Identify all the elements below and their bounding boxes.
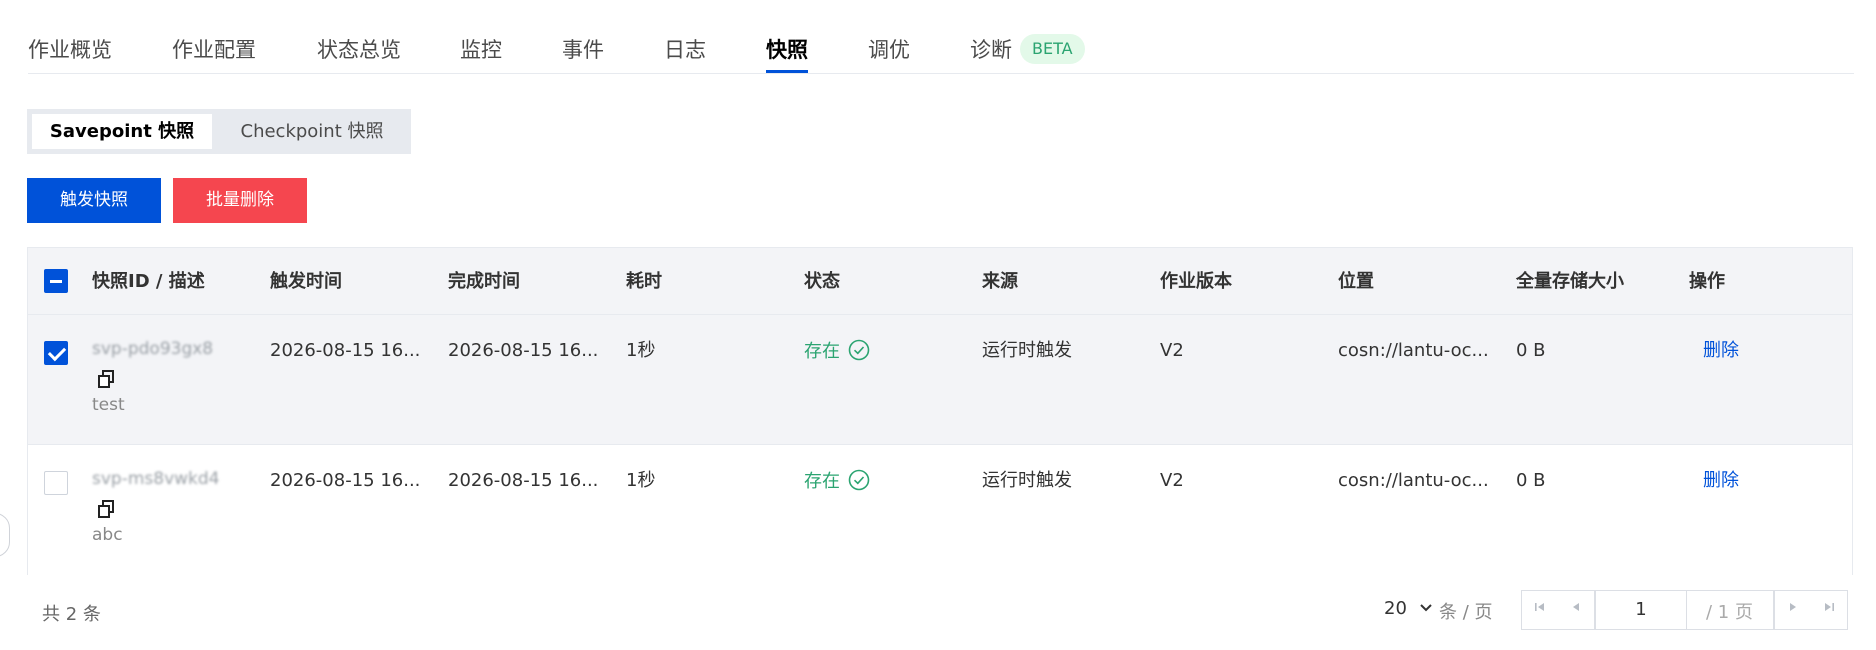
col-finish-time: 完成时间 <box>448 271 520 292</box>
segment-savepoint[interactable]: Savepoint 快照 <box>32 114 212 149</box>
next-page-icon[interactable] <box>1775 591 1811 629</box>
check-circle-icon <box>848 339 870 361</box>
tab-events[interactable]: 事件 <box>562 36 604 64</box>
tab-logs[interactable]: 日志 <box>664 36 706 64</box>
tab-monitoring[interactable]: 监控 <box>460 36 502 64</box>
col-storage-size: 全量存储大小 <box>1516 271 1624 292</box>
copy-icon[interactable] <box>96 369 116 389</box>
table-header: 快照ID / 描述 触发时间 完成时间 耗时 状态 来源 作业版本 位置 全量存… <box>28 248 1852 315</box>
snapshot-description: test <box>92 395 125 415</box>
tab-snapshots[interactable]: 快照 <box>766 36 808 73</box>
col-duration: 耗时 <box>626 271 662 292</box>
prev-page-icon[interactable] <box>1558 591 1594 629</box>
page-size-value: 20 <box>1384 598 1407 619</box>
storage-size: 0 B <box>1516 340 1546 361</box>
status-cell: 存在 <box>804 339 870 364</box>
tab-diagnosis[interactable]: 诊断 BETA <box>970 34 1085 66</box>
total-pages-label: / 1 页 <box>1706 602 1753 623</box>
beta-badge: BETA <box>1020 34 1085 64</box>
tab-state-overview[interactable]: 状态总览 <box>317 36 401 64</box>
col-job-version: 作业版本 <box>1160 271 1232 292</box>
chevron-down-icon <box>1419 604 1432 612</box>
segment-checkpoint[interactable]: Checkpoint 快照 <box>217 114 407 149</box>
check-circle-icon <box>848 469 870 491</box>
batch-delete-button[interactable]: 批量删除 <box>173 178 307 223</box>
col-actions: 操作 <box>1689 271 1725 292</box>
snapshot-type-switch: Savepoint 快照 Checkpoint 快照 <box>27 109 411 154</box>
finish-time: 2026-08-15 16... <box>448 470 599 491</box>
delete-link[interactable]: 删除 <box>1703 469 1739 493</box>
table-row: svp-pdo93gx8 test 2026-08-15 16... 2026-… <box>28 315 1852 445</box>
pager-next-group <box>1774 590 1848 630</box>
row-checkbox[interactable] <box>44 341 68 365</box>
status-cell: 存在 <box>804 469 870 494</box>
copy-icon[interactable] <box>96 499 116 519</box>
trigger-snapshot-button[interactable]: 触发快照 <box>27 178 161 223</box>
col-location: 位置 <box>1338 271 1374 292</box>
duration: 1秒 <box>626 340 656 361</box>
snapshot-id: svp-ms8vwkd4 <box>92 469 220 489</box>
source: 运行时触发 <box>982 340 1072 361</box>
col-snapshot-id: 快照ID / 描述 <box>92 271 205 292</box>
page-size-select[interactable]: 20 <box>1384 598 1433 619</box>
tab-job-overview[interactable]: 作业概览 <box>28 36 112 64</box>
duration: 1秒 <box>626 470 656 491</box>
trigger-time: 2026-08-15 16... <box>270 340 421 361</box>
trigger-time: 2026-08-15 16... <box>270 470 421 491</box>
delete-link[interactable]: 删除 <box>1703 339 1739 363</box>
location: cosn://lantu-oc... <box>1338 340 1489 361</box>
sidebar-collapse-handle[interactable] <box>0 513 10 557</box>
tab-tuning[interactable]: 调优 <box>868 36 910 64</box>
pager-prev-group <box>1521 590 1595 630</box>
snapshot-description: abc <box>92 525 123 545</box>
col-trigger-time: 触发时间 <box>270 271 342 292</box>
source: 运行时触发 <box>982 470 1072 491</box>
col-status: 状态 <box>804 271 840 292</box>
snapshot-id: svp-pdo93gx8 <box>92 339 214 359</box>
last-page-icon[interactable] <box>1811 591 1847 629</box>
snapshot-tabs: 作业概览 作业配置 状态总览 监控 事件 日志 快照 调优 诊断 BETA <box>28 0 1854 74</box>
snapshot-table: 快照ID / 描述 触发时间 完成时间 耗时 状态 来源 作业版本 位置 全量存… <box>27 247 1853 575</box>
status-text: 存在 <box>804 341 840 362</box>
col-source: 来源 <box>982 271 1018 292</box>
status-text: 存在 <box>804 471 840 492</box>
select-all-checkbox[interactable] <box>44 269 68 293</box>
row-checkbox[interactable] <box>44 471 68 495</box>
location: cosn://lantu-oc... <box>1338 470 1489 491</box>
tab-diagnosis-label: 诊断 <box>970 38 1012 62</box>
finish-time: 2026-08-15 16... <box>448 340 599 361</box>
table-row: svp-ms8vwkd4 abc 2026-08-15 16... 2026-0… <box>28 445 1852 575</box>
total-count: 共 2 条 <box>42 604 101 625</box>
job-version: V2 <box>1160 340 1184 361</box>
tab-job-config[interactable]: 作业配置 <box>172 36 256 64</box>
storage-size: 0 B <box>1516 470 1546 491</box>
per-page-label: 条 / 页 <box>1439 602 1493 623</box>
current-page-input[interactable]: 1 <box>1595 590 1687 630</box>
first-page-icon[interactable] <box>1522 591 1558 629</box>
job-version: V2 <box>1160 470 1184 491</box>
